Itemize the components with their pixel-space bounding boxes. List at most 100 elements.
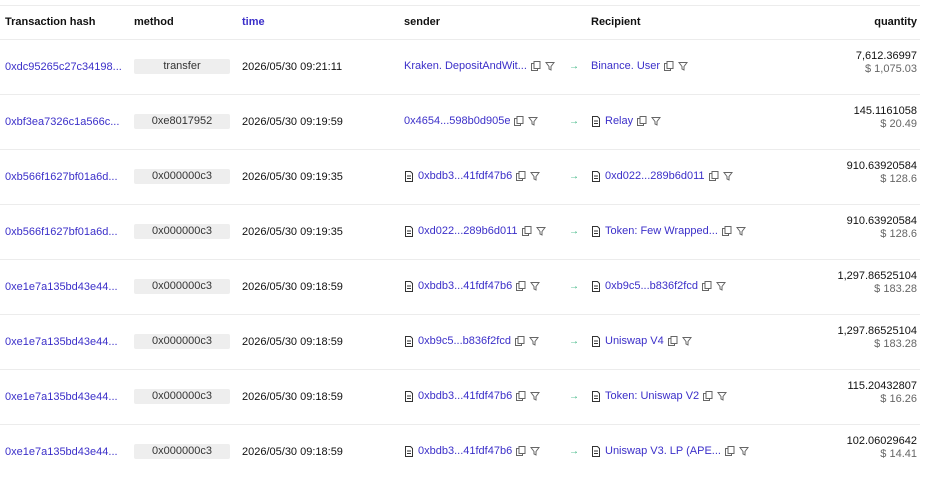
- contract-doc-icon: [591, 445, 601, 457]
- sender-address-link[interactable]: Kraken. DepositAndWit...: [404, 60, 527, 72]
- copy-icon[interactable]: [516, 281, 526, 291]
- recipient-address-link[interactable]: Relay: [605, 115, 633, 127]
- method-badge: 0x000000c3: [134, 169, 230, 184]
- table-row: 0xe1e7a135bd43e44... 0x000000c3 2026/05/…: [0, 370, 920, 425]
- transaction-hash-link[interactable]: 0xe1e7a135bd43e44...: [5, 446, 125, 458]
- time-value: 2026/05/30 09:19:35: [242, 171, 343, 183]
- copy-icon[interactable]: [637, 116, 647, 126]
- recipient-address-link[interactable]: Token: Uniswap V2: [605, 390, 699, 402]
- contract-doc-icon: [404, 390, 414, 402]
- sender-address-link[interactable]: 0xd022...289b6d011: [418, 225, 518, 237]
- recipient-address-link[interactable]: Uniswap V4: [605, 335, 664, 347]
- arrow-right-icon: →: [569, 335, 579, 347]
- recipient-address-link[interactable]: 0xd022...289b6d011: [605, 170, 705, 182]
- sender-address: 0xbdb3...41fdf47b6: [404, 390, 541, 402]
- table-row: 0xe1e7a135bd43e44... 0x000000c3 2026/05/…: [0, 315, 920, 370]
- transaction-hash-link[interactable]: 0xbf3ea7326c1a566c...: [5, 116, 125, 128]
- transaction-hash-link[interactable]: 0xe1e7a135bd43e44...: [5, 281, 125, 293]
- copy-icon[interactable]: [664, 61, 674, 71]
- recipient-address-link[interactable]: Binance. User: [591, 60, 660, 72]
- filter-icon[interactable]: [530, 281, 541, 291]
- filter-icon[interactable]: [735, 226, 746, 236]
- sender-address-link[interactable]: 0xbdb3...41fdf47b6: [418, 445, 512, 457]
- quantity-cell: 1,297.86525104 $ 183.28: [837, 325, 917, 351]
- quantity-amount: 1,297.86525104: [837, 325, 917, 337]
- filter-icon[interactable]: [681, 336, 692, 346]
- copy-icon[interactable]: [516, 171, 526, 181]
- quantity-amount: 910.63920584: [846, 160, 917, 172]
- header-method: method: [134, 16, 174, 28]
- transaction-hash-link[interactable]: 0xe1e7a135bd43e44...: [5, 336, 125, 348]
- recipient-address: Uniswap V4: [591, 335, 692, 347]
- copy-icon[interactable]: [516, 446, 526, 456]
- quantity-usd: $ 128.6: [880, 173, 917, 185]
- recipient-address: 0xd022...289b6d011: [591, 170, 733, 182]
- filter-icon[interactable]: [717, 391, 728, 401]
- recipient-address-link[interactable]: 0xb9c5...b836f2fcd: [605, 280, 698, 292]
- copy-icon[interactable]: [703, 391, 713, 401]
- table-row: 0xe1e7a135bd43e44... 0x000000c3 2026/05/…: [0, 260, 920, 315]
- recipient-address-link[interactable]: Token: Few Wrapped...: [605, 225, 718, 237]
- arrow-right-icon: →: [569, 445, 579, 457]
- copy-icon[interactable]: [530, 61, 541, 71]
- quantity-usd: $ 14.41: [880, 448, 917, 460]
- quantity-cell: 102.06029642 $ 14.41: [847, 435, 917, 461]
- filter-icon[interactable]: [722, 171, 733, 181]
- copy-icon[interactable]: [514, 116, 524, 126]
- filter-icon[interactable]: [715, 281, 726, 291]
- contract-doc-icon: [404, 225, 414, 237]
- sender-address: Kraken. DepositAndWit...: [404, 60, 555, 72]
- filter-icon[interactable]: [528, 336, 539, 346]
- arrow-right-icon: →: [569, 60, 579, 72]
- copy-icon[interactable]: [516, 391, 526, 401]
- copy-icon[interactable]: [667, 336, 678, 346]
- copy-icon[interactable]: [521, 226, 532, 236]
- filter-icon[interactable]: [530, 446, 541, 456]
- recipient-address: Binance. User: [591, 60, 689, 72]
- sender-address: 0xbdb3...41fdf47b6: [404, 170, 541, 182]
- time-value: 2026/05/30 09:18:59: [242, 391, 343, 403]
- quantity-amount: 1,297.86525104: [837, 270, 917, 282]
- copy-icon[interactable]: [701, 281, 712, 291]
- quantity-usd: $ 1,075.03: [865, 63, 917, 75]
- header-transaction-hash: Transaction hash: [5, 16, 96, 28]
- table-row: 0xdc95265c27c34198... transfer 2026/05/3…: [0, 40, 920, 95]
- sender-address: 0xbdb3...41fdf47b6: [404, 280, 541, 292]
- sender-address-link[interactable]: 0xbdb3...41fdf47b6: [418, 170, 512, 182]
- transaction-hash-link[interactable]: 0xe1e7a135bd43e44...: [5, 391, 125, 403]
- time-value: 2026/05/30 09:19:35: [242, 226, 343, 238]
- transaction-hash-link[interactable]: 0xdc95265c27c34198...: [5, 61, 125, 73]
- copy-icon[interactable]: [708, 171, 719, 181]
- contract-doc-icon: [591, 170, 601, 182]
- filter-icon[interactable]: [530, 171, 541, 181]
- filter-icon[interactable]: [530, 391, 541, 401]
- method-badge: 0x000000c3: [134, 334, 230, 349]
- filter-icon[interactable]: [738, 446, 749, 456]
- copy-icon[interactable]: [724, 446, 735, 456]
- filter-icon[interactable]: [678, 61, 689, 71]
- quantity-cell: 910.63920584 $ 128.6: [847, 215, 917, 241]
- filter-icon[interactable]: [535, 226, 546, 236]
- quantity-amount: 115.20432807: [847, 380, 917, 392]
- recipient-address: Token: Uniswap V2: [591, 390, 728, 402]
- header-time[interactable]: time: [242, 16, 265, 28]
- recipient-address-link[interactable]: Uniswap V3. LP (APE...: [605, 445, 721, 457]
- filter-icon[interactable]: [544, 61, 555, 71]
- time-value: 2026/05/30 09:21:11: [242, 61, 343, 73]
- sender-address-link[interactable]: 0xbdb3...41fdf47b6: [418, 390, 512, 402]
- arrow-right-icon: →: [569, 225, 579, 237]
- contract-doc-icon: [404, 335, 414, 347]
- sender-address-link[interactable]: 0x4654...598b0d905e: [404, 115, 510, 127]
- sender-address-link[interactable]: 0xb9c5...b836f2fcd: [418, 335, 511, 347]
- transaction-hash-link[interactable]: 0xb566f1627bf01a6d...: [5, 171, 125, 183]
- filter-icon[interactable]: [651, 116, 662, 126]
- header-sender: sender: [404, 16, 441, 28]
- transaction-hash-link[interactable]: 0xb566f1627bf01a6d...: [5, 226, 125, 238]
- copy-icon[interactable]: [514, 336, 525, 346]
- quantity-usd: $ 20.49: [880, 118, 917, 130]
- arrow-right-icon: →: [569, 390, 579, 402]
- filter-icon[interactable]: [528, 116, 539, 126]
- header-quantity: quantity: [874, 16, 917, 28]
- copy-icon[interactable]: [721, 226, 732, 236]
- sender-address-link[interactable]: 0xbdb3...41fdf47b6: [418, 280, 512, 292]
